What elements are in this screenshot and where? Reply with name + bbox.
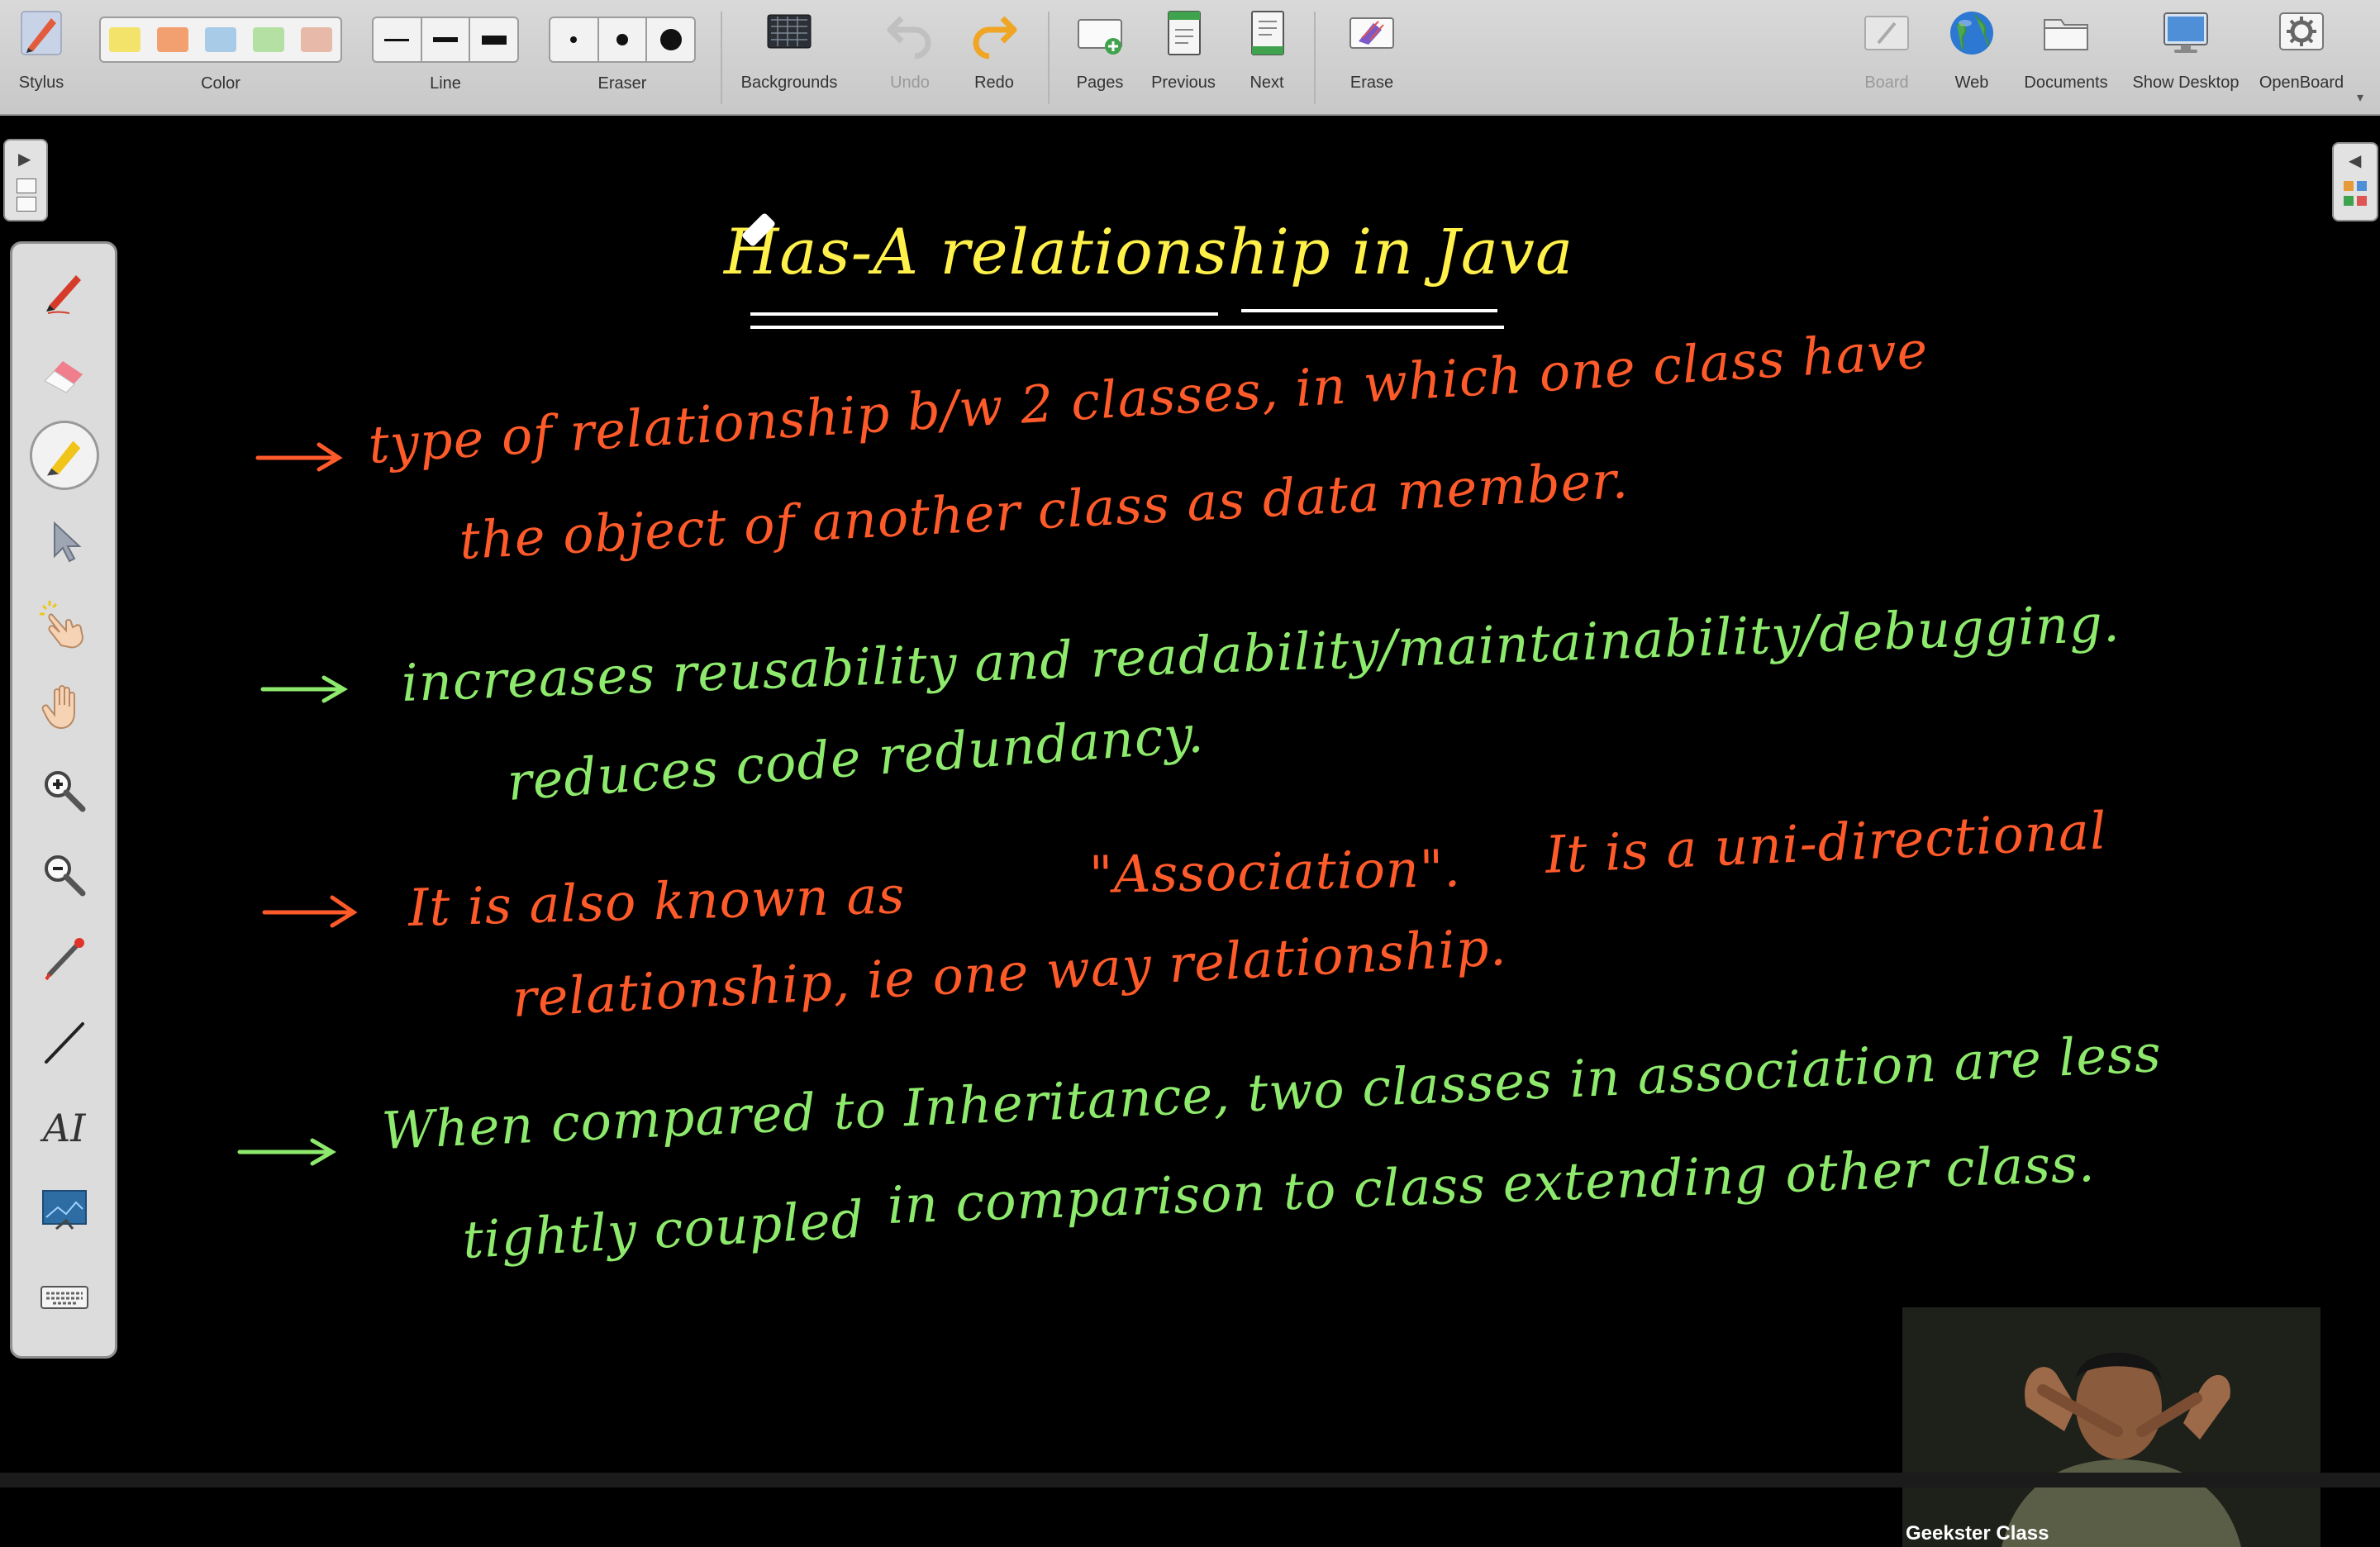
point-4-line-2b: in comparison to class extending other c… [886, 1132, 2097, 1235]
main-toolbar: Stylus Color Line Eraser Backgrounds Und… [0, 0, 2380, 116]
undo-button[interactable]: Undo [879, 7, 940, 93]
backgrounds-button[interactable]: Backgrounds [734, 7, 845, 93]
stylus-tool[interactable]: Stylus [8, 7, 74, 93]
line-medium-button[interactable] [422, 18, 471, 61]
board-title: Has-A relationship in Java [724, 215, 1574, 288]
color-swatch-blue[interactable] [205, 27, 236, 52]
color-swatch-yellow[interactable] [109, 27, 140, 52]
webcam-label: Geekster Class [1906, 1522, 2049, 1545]
chevron-down-icon[interactable]: ▾ [2357, 89, 2363, 106]
globe-icon [1950, 12, 1993, 55]
title-double-underline [750, 326, 1504, 329]
eraser-label: Eraser [597, 74, 647, 93]
color-label: Color [201, 74, 240, 93]
bottom-bar [0, 1473, 2380, 1488]
previous-page-button[interactable]: Previous [1145, 7, 1221, 93]
add-page-icon [1078, 19, 1122, 55]
color-swatch-green[interactable] [253, 27, 284, 52]
title-underline [1241, 309, 1497, 312]
stylus-icon [21, 11, 62, 55]
point-3-line-1a: It is also known as [407, 864, 907, 938]
gear-icon [2279, 12, 2324, 50]
title-underline [750, 312, 1218, 316]
eraser-size-picker [549, 17, 696, 63]
point-2-line-1: increases reusability and readability/ma… [400, 593, 2121, 713]
whiteboard-canvas[interactable]: Has-A relationship in Java type of relat… [0, 117, 2380, 1547]
documents-button[interactable]: Documents [2020, 7, 2112, 93]
point-3-line-2: relationship, ie one way relationship. [511, 916, 1508, 1029]
next-page-icon [1251, 11, 1284, 55]
redo-button[interactable]: Redo [964, 7, 1025, 93]
openboard-menu-button[interactable]: OpenBoard [2256, 7, 2347, 93]
color-picker [99, 17, 342, 63]
bullet-arrow-icon [260, 675, 348, 703]
next-page-button[interactable]: Next [1240, 7, 1294, 93]
eraser-medium-button[interactable] [599, 18, 648, 61]
web-button[interactable]: Web [1944, 7, 2000, 93]
line-width-picker [372, 17, 519, 63]
bullet-arrow-icon [262, 895, 358, 928]
board-button[interactable]: Board [1856, 7, 1917, 93]
line-label: Line [430, 74, 461, 93]
line-thick-button[interactable] [470, 18, 517, 61]
toolbar-separator [1314, 12, 1316, 104]
webcam-overlay: Geekster Class [1902, 1307, 2320, 1547]
bullet-arrow-icon [255, 442, 343, 472]
line-thin-button[interactable] [374, 18, 422, 61]
eraser-large-button[interactable] [647, 18, 694, 61]
toolbar-separator [1048, 12, 1050, 104]
point-1-line-1: type of relationship b/w 2 classes, in w… [366, 319, 1930, 475]
point-4-line-2a: tightly coupled [461, 1188, 866, 1270]
toolbar-separator [721, 12, 722, 104]
folder-icon [2044, 19, 2088, 50]
pages-button[interactable]: Pages [1066, 7, 1134, 93]
desktop-icon [2163, 12, 2208, 53]
color-swatch-pink[interactable] [301, 27, 332, 52]
color-swatch-orange[interactable] [157, 27, 188, 52]
point-3-line-1c: It is a uni-directional [1544, 800, 2109, 885]
presenter-video [1902, 1307, 2320, 1547]
erase-icon [1349, 17, 1394, 49]
redo-icon [973, 16, 1017, 60]
undo-icon [887, 16, 931, 60]
previous-page-icon [1168, 11, 1201, 55]
association-term: "Association". [1088, 838, 1462, 905]
backgrounds-icon [767, 14, 812, 49]
board-icon [1864, 16, 1909, 50]
show-desktop-button[interactable]: Show Desktop [2127, 7, 2244, 93]
point-1-line-2: the object of another class as data memb… [458, 449, 1630, 571]
bullet-arrow-icon [237, 1138, 336, 1166]
point-2-line-2: reduces code redundancy. [505, 703, 1207, 812]
erase-board-button[interactable]: Erase [1339, 7, 1405, 93]
eraser-small-button[interactable] [550, 18, 599, 61]
